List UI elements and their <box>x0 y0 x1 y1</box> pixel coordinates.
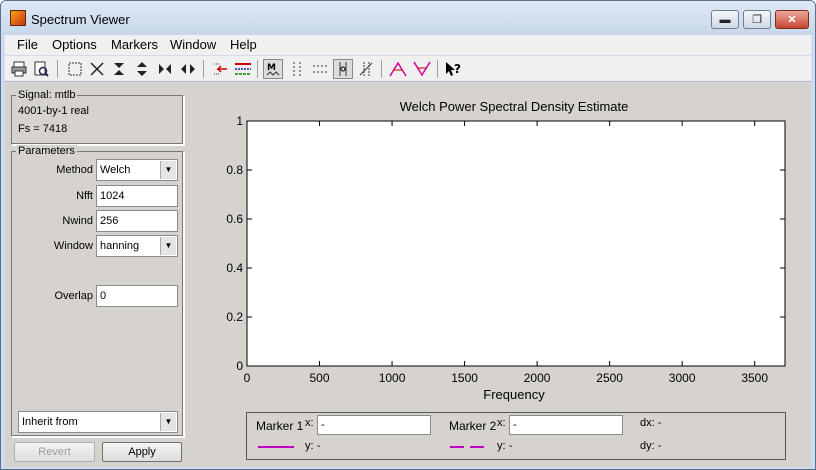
zoom-in-x-icon[interactable] <box>155 59 175 79</box>
toolbar-separator <box>437 60 438 78</box>
close-button[interactable]: ✕ <box>775 10 809 29</box>
legend-lines-icon[interactable] <box>233 59 253 79</box>
marker2-line-swatch <box>450 446 486 448</box>
x-tick-label: 3500 <box>741 371 768 385</box>
y-tick-label: 0.6 <box>226 212 243 226</box>
x-axis-label: Frequency <box>483 387 545 402</box>
revert-button[interactable]: Revert <box>14 442 95 462</box>
x-tick-label: 0 <box>244 371 251 385</box>
marker1-x-label: x: <box>305 417 314 429</box>
menu-help[interactable]: Help <box>230 37 257 52</box>
horizontal-markers-icon[interactable] <box>310 59 330 79</box>
marker-dy-text: dy: - <box>640 440 662 452</box>
psd-chart: Welch Power Spectral Density Estimate 0 5… <box>226 99 786 402</box>
valleys-icon[interactable] <box>412 59 432 79</box>
zoom-out-full-icon[interactable] <box>87 59 107 79</box>
client-area: Signal: mtlb 4001-by-1 real Fs = 7418 Pa… <box>5 83 811 467</box>
x-tick-label: 3000 <box>669 371 696 385</box>
marker-panel: Marker 1 x: - y: - Marker 2 x: - y: - dx… <box>246 412 786 460</box>
x-tick-label: 1000 <box>379 371 406 385</box>
toolbar-separator <box>257 60 258 78</box>
y-tick-label: 0.8 <box>226 163 243 177</box>
marker1-x-field[interactable]: - <box>317 415 431 435</box>
slope-marker-icon[interactable] <box>356 59 376 79</box>
toolbar-separator <box>381 60 382 78</box>
spectrum-viewer-window: Spectrum Viewer ▬ ❐ ✕ File Options Marke… <box>0 0 816 470</box>
minimize-button[interactable]: ▬ <box>711 10 739 29</box>
marker2-x-label: x: <box>497 417 506 429</box>
marker-dx-text: dx: - <box>640 417 662 429</box>
x-tick-label: 2000 <box>524 371 551 385</box>
maximize-button[interactable]: ❐ <box>743 10 771 29</box>
marker1-line-swatch <box>258 446 294 448</box>
menu-window[interactable]: Window <box>170 37 216 52</box>
svg-text:?: ? <box>454 62 461 76</box>
marker1-y-value: - <box>317 440 321 452</box>
zoom-box-icon[interactable] <box>65 59 85 79</box>
y-tick-label: 1 <box>236 114 243 128</box>
chevron-down-icon[interactable]: ▼ <box>160 413 176 431</box>
marker2-y-label: y: <box>497 440 506 452</box>
matlab-logo-icon <box>10 10 26 26</box>
toolbar: M ? <box>5 56 811 82</box>
print-icon[interactable] <box>9 59 29 79</box>
y-tick-label: 0.4 <box>226 261 243 275</box>
apply-button[interactable]: Apply <box>102 442 182 462</box>
x-tick-label: 500 <box>310 371 330 385</box>
x-tick-label: 2500 <box>596 371 623 385</box>
toolbar-separator <box>57 60 58 78</box>
x-tick-label: 1500 <box>451 371 478 385</box>
chart-title: Welch Power Spectral Density Estimate <box>400 99 629 114</box>
inherit-select[interactable]: Inherit from ▼ <box>18 411 178 433</box>
marker2-x-field[interactable]: - <box>509 415 623 435</box>
peaks-icon[interactable] <box>388 59 408 79</box>
y-tick-label: 0.2 <box>226 310 243 324</box>
marker2-label: Marker 2 <box>449 419 497 433</box>
window-title: Spectrum Viewer <box>31 12 130 27</box>
select-line-icon[interactable] <box>210 59 230 79</box>
vertical-markers-icon[interactable] <box>287 59 307 79</box>
marker2-y-value: - <box>509 440 513 452</box>
toolbar-separator <box>203 60 204 78</box>
title-bar: Spectrum Viewer ▬ ❐ ✕ <box>1 1 815 35</box>
print-preview-icon[interactable] <box>31 59 51 79</box>
zoom-in-y-icon[interactable] <box>109 59 129 79</box>
menu-options[interactable]: Options <box>52 37 97 52</box>
zoom-out-x-icon[interactable] <box>178 59 198 79</box>
zoom-out-y-icon[interactable] <box>132 59 152 79</box>
menu-markers[interactable]: Markers <box>111 37 158 52</box>
svg-text:M: M <box>267 63 276 73</box>
markers-toggle-icon[interactable]: M <box>263 59 283 79</box>
menu-file[interactable]: File <box>17 37 38 52</box>
plot-axes[interactable] <box>246 120 786 367</box>
marker1-y-label: y: <box>305 440 314 452</box>
whats-this-help-icon[interactable]: ? <box>443 59 463 79</box>
inherit-value: Inherit from <box>22 416 78 428</box>
marker1-label: Marker 1 <box>256 419 304 433</box>
menu-bar: File Options Markers Window Help <box>5 35 811 55</box>
y-tick-label: 0 <box>236 359 243 373</box>
track-marker-icon[interactable] <box>333 59 353 79</box>
